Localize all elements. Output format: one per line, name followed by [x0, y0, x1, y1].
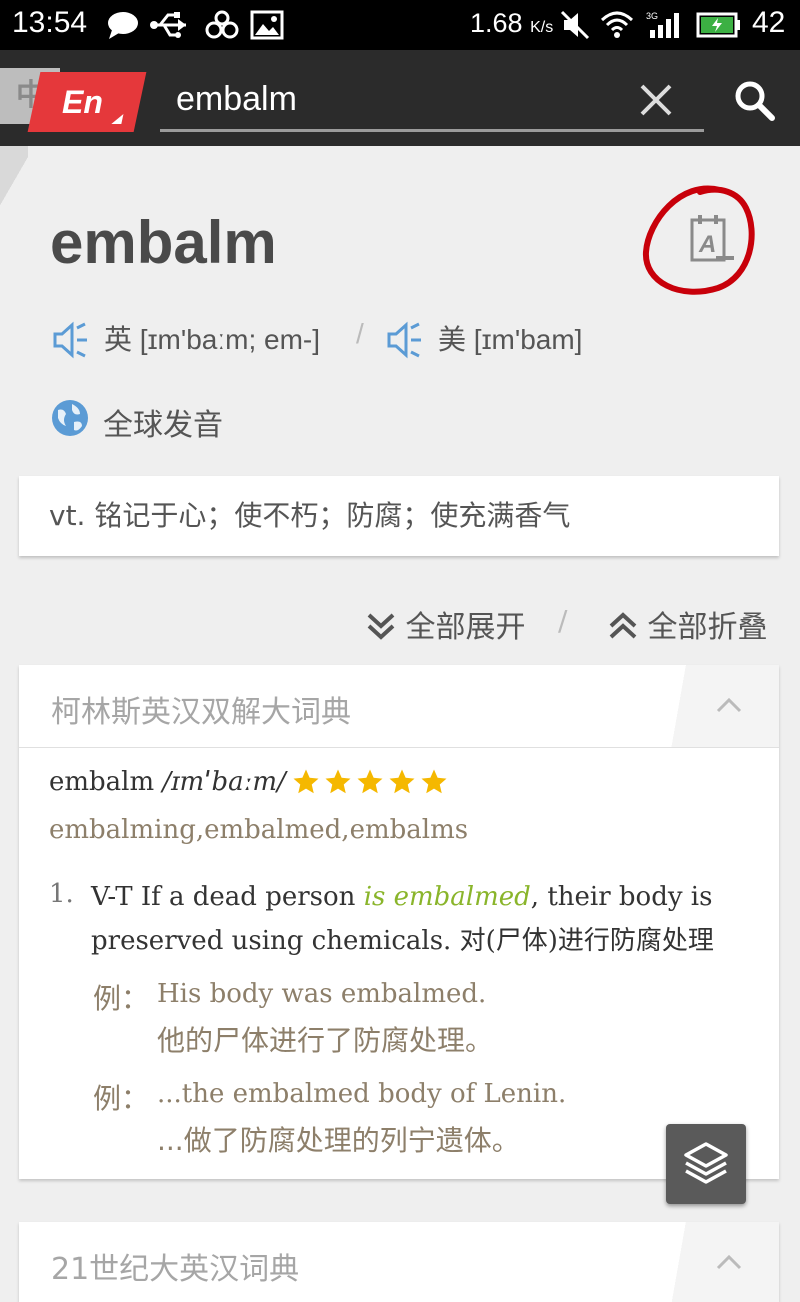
star-icon	[293, 769, 319, 794]
example-label: 例：	[93, 982, 150, 1015]
brief-definition: vt. 铭记于心；使不朽；防腐；使充满香气	[49, 499, 571, 532]
hotspot-icon	[205, 10, 239, 39]
collins-dictionary-card: 柯林斯英汉双解大词典 embalm /ɪmˈbaːm/ embalming,em…	[19, 665, 779, 1179]
star-icon	[325, 769, 351, 794]
sense-definition: V-T If a dead person is embalmed, their …	[91, 882, 714, 956]
example-cn: ...做了防腐处理的列宁遗体。	[157, 1124, 520, 1157]
app-bar: 中 En embalm	[0, 50, 800, 146]
expand-all-button[interactable]: 全部展开	[366, 602, 526, 646]
wifi-icon	[600, 11, 634, 38]
pron-separator: /	[356, 318, 364, 349]
headword: embalm	[50, 209, 277, 276]
example-en: His body was embalmed.	[157, 979, 487, 1009]
century21-card-title: 21世纪大英汉词典	[51, 1252, 300, 1287]
sense-number: 1.	[49, 879, 74, 909]
brief-definition-card: vt. 铭记于心；使不朽；防腐；使充满香气	[19, 476, 779, 556]
collins-card-title: 柯林斯英汉双解大词典	[51, 695, 351, 730]
lang-en-tab[interactable]: En	[27, 72, 147, 132]
collins-entry: embalm /ɪmˈbaːm/	[49, 767, 286, 797]
double-chevron-up-icon	[609, 612, 637, 639]
signal-icon: 3G	[646, 11, 679, 38]
search-input-value: embalm	[176, 80, 297, 118]
search-input[interactable]: embalm	[160, 70, 704, 132]
svg-text:3G: 3G	[646, 11, 658, 21]
page-edge	[0, 146, 28, 246]
globe-icon[interactable]	[50, 398, 90, 438]
example-label: 例：	[93, 1082, 150, 1115]
star-icon	[421, 769, 447, 794]
speaker-us-icon[interactable]	[386, 320, 426, 360]
frequency-stars	[291, 767, 451, 801]
century21-dictionary-card[interactable]: 21世纪大英汉词典	[19, 1222, 779, 1302]
dropdown-corner-icon	[111, 114, 124, 124]
global-pronunciation-link[interactable]: 全球发音	[103, 400, 223, 444]
usb-icon	[150, 12, 186, 38]
lang-en-label: En	[62, 84, 103, 120]
message-icon	[108, 12, 138, 39]
network-speed: 1.68 K/s	[470, 8, 554, 38]
clear-icon[interactable]	[636, 80, 676, 120]
chevron-up-icon[interactable]	[715, 1252, 743, 1272]
image-icon	[250, 10, 284, 40]
battery-icon	[696, 12, 740, 38]
status-bar: 13:54 1.68 K/s 3G 42	[0, 0, 800, 50]
collapse-all-button[interactable]: 全部折叠	[608, 602, 768, 646]
pron-us: 美 [ɪm'bam]	[438, 324, 583, 355]
layers-icon	[684, 1142, 728, 1184]
example-cn: 他的尸体进行了防腐处理。	[157, 1024, 494, 1057]
mute-icon	[560, 10, 590, 40]
search-icon[interactable]	[732, 78, 776, 122]
collins-card-header[interactable]: 柯林斯英汉双解大词典	[19, 665, 779, 748]
star-icon	[389, 769, 415, 794]
double-chevron-down-icon	[367, 613, 395, 640]
word-forms: embalming,embalmed,embalms	[49, 815, 469, 845]
speaker-uk-icon[interactable]	[52, 320, 92, 360]
chevron-up-icon[interactable]	[715, 695, 743, 715]
controls-separator: /	[558, 604, 568, 637]
star-icon	[357, 769, 383, 794]
pron-uk: 英 [ɪm'baːm; em-]	[104, 324, 321, 355]
status-time: 13:54	[12, 6, 88, 39]
layers-button[interactable]	[666, 1124, 746, 1204]
example-en: ...the embalmed body of Lenin.	[157, 1079, 567, 1109]
battery-level: 42	[752, 6, 786, 39]
annotation-circle	[642, 185, 755, 295]
